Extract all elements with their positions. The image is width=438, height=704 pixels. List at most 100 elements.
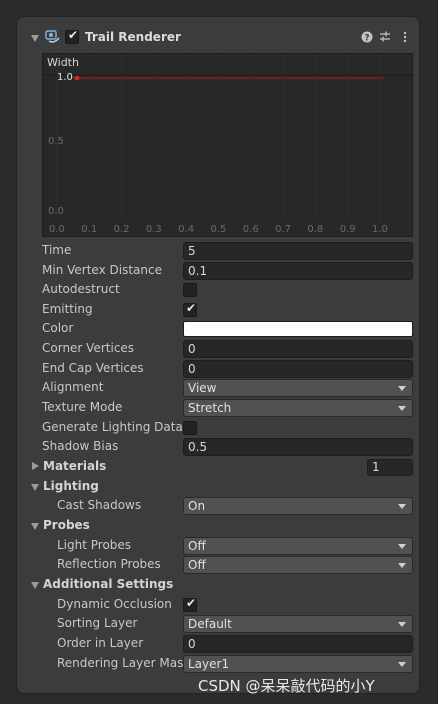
cast-shadows-dropdown[interactable]: On: [183, 497, 413, 515]
cast-shadows-label: Cast Shadows: [57, 498, 142, 512]
reflection-probes-dropdown[interactable]: Off: [183, 556, 413, 574]
chevron-down-icon: [398, 406, 406, 411]
cast-shadows-value: On: [188, 499, 206, 513]
row-rendering-layer-mask: Rendering Layer Mask Layer1: [17, 654, 421, 674]
check-icon: ✔: [185, 596, 197, 610]
lighting-title: Lighting: [43, 479, 99, 493]
curve-canvas: [43, 54, 414, 222]
trail-renderer-panel: ✔ Trail Renderer ? Width 1.0 0.5 0.0 0.0…: [16, 16, 420, 694]
shadow-bias-label: Shadow Bias: [42, 439, 119, 453]
row-time: Time 5: [17, 241, 421, 261]
row-texture-mode: Texture Mode Stretch: [17, 398, 421, 418]
reflection-probes-value: Off: [188, 558, 206, 572]
reflection-probes-label: Reflection Probes: [57, 557, 161, 571]
section-lighting[interactable]: Lighting: [17, 477, 421, 497]
chevron-down-icon: [398, 544, 406, 549]
curve-x-tick: 0.2: [113, 224, 130, 235]
curve-x-tick: 0.5: [210, 224, 227, 235]
corner-vertices-label: Corner Vertices: [42, 341, 135, 355]
width-curve-editor[interactable]: Width 1.0 0.5 0.0 0.0 0.1 0.2 0.3 0.4 0.5 0.6 0…: [42, 53, 414, 237]
section-materials[interactable]: Materials 1: [17, 457, 421, 477]
chevron-down-icon: [398, 563, 406, 568]
chevron-down-icon: [398, 386, 406, 391]
row-shadow-bias: Shadow Bias 0.5: [17, 437, 421, 457]
shadow-bias-field[interactable]: 0.5: [183, 438, 413, 456]
curve-y-tick-top: 1.0: [57, 72, 73, 83]
curve-x-tick: 0.3: [145, 224, 162, 235]
section-additional-settings[interactable]: Additional Settings: [17, 575, 421, 595]
curve-key-point: [74, 75, 80, 81]
chevron-down-icon: [398, 504, 406, 509]
alignment-dropdown[interactable]: View: [183, 379, 413, 397]
component-title: Trail Renderer: [85, 30, 181, 44]
curve-x-tick: 0.4: [178, 224, 195, 235]
emitting-label: Emitting: [42, 302, 93, 316]
alignment-value: View: [188, 381, 217, 395]
color-swatch[interactable]: [183, 321, 413, 337]
curve-x-tick: 1.0: [372, 224, 388, 235]
collapse-caret-icon[interactable]: [31, 484, 39, 491]
time-field[interactable]: 5: [183, 242, 413, 260]
dynamic-occlusion-checkbox[interactable]: ✔: [183, 596, 197, 612]
section-probes[interactable]: Probes: [17, 516, 421, 536]
row-sorting-layer: Sorting Layer Default: [17, 614, 421, 634]
row-dynamic-occlusion: Dynamic Occlusion ✔: [17, 595, 421, 615]
light-probes-dropdown[interactable]: Off: [183, 537, 413, 555]
dynamic-occlusion-label: Dynamic Occlusion: [57, 597, 172, 611]
end-cap-vertices-field[interactable]: 0: [183, 360, 413, 378]
rendering-layer-mask-dropdown[interactable]: Layer1: [183, 655, 413, 673]
min-vertex-distance-label: Min Vertex Distance: [42, 263, 162, 277]
min-vertex-distance-field[interactable]: 0.1: [183, 262, 413, 280]
check-icon: ✔: [67, 28, 79, 42]
row-generate-lighting-data: Generate Lighting Data: [17, 418, 421, 438]
color-label: Color: [42, 321, 74, 335]
corner-vertices-field[interactable]: 0: [183, 340, 413, 358]
expand-caret-icon[interactable]: [32, 462, 39, 470]
rendering-layer-mask-value: Layer1: [188, 657, 230, 671]
row-emitting: Emitting ✔: [17, 300, 421, 320]
check-icon: ✔: [185, 301, 197, 315]
svg-text:?: ?: [364, 34, 369, 44]
curve-x-tick: 0.6: [242, 224, 259, 235]
alignment-label: Alignment: [42, 380, 104, 394]
component-header[interactable]: ✔ Trail Renderer ?: [17, 25, 421, 51]
more-icon[interactable]: [398, 29, 412, 45]
autodestruct-checkbox[interactable]: [183, 283, 197, 297]
curve-x-tick: 0.7: [275, 224, 291, 235]
curve-label: Width: [47, 56, 79, 69]
texture-mode-value: Stretch: [188, 401, 232, 415]
row-light-probes: Light Probes Off: [17, 536, 421, 556]
sorting-layer-dropdown[interactable]: Default: [183, 615, 413, 633]
emitting-checkbox[interactable]: ✔: [183, 301, 197, 317]
watermark-text: CSDN @呆呆敲代码的小Y: [198, 677, 375, 695]
order-in-layer-field[interactable]: 0: [183, 635, 413, 653]
materials-size-field[interactable]: 1: [367, 459, 413, 476]
materials-title: Materials: [43, 459, 107, 473]
texture-mode-label: Texture Mode: [42, 400, 123, 414]
texture-mode-dropdown[interactable]: Stretch: [183, 399, 413, 417]
chevron-down-icon: [398, 662, 406, 667]
autodestruct-label: Autodestruct: [42, 282, 120, 296]
probes-title: Probes: [43, 518, 90, 532]
row-alignment: Alignment View: [17, 378, 421, 398]
component-enabled-checkbox[interactable]: ✔: [65, 28, 79, 44]
row-cast-shadows: Cast Shadows On: [17, 496, 421, 516]
collapse-caret-icon[interactable]: [31, 523, 39, 530]
row-order-in-layer: Order in Layer 0: [17, 634, 421, 654]
curve-x-tick: 0.8: [307, 224, 324, 235]
curve-y-tick-mid: 0.5: [48, 136, 64, 147]
collapse-caret-icon[interactable]: [31, 582, 39, 589]
presets-icon[interactable]: [378, 29, 392, 45]
row-corner-vertices: Corner Vertices 0: [17, 339, 421, 359]
curve-x-tick: 0.1: [81, 224, 98, 235]
row-min-vertex-distance: Min Vertex Distance 0.1: [17, 261, 421, 281]
help-icon[interactable]: ?: [360, 29, 374, 45]
curve-x-tick: 0.9: [339, 224, 356, 235]
collapse-caret-icon[interactable]: [31, 35, 39, 42]
generate-lighting-data-checkbox[interactable]: [183, 421, 197, 435]
curve-y-tick-bottom: 0.0: [48, 206, 64, 217]
sorting-layer-label: Sorting Layer: [57, 616, 138, 630]
chevron-down-icon: [398, 622, 406, 627]
row-reflection-probes: Reflection Probes Off: [17, 555, 421, 575]
row-color: Color: [17, 319, 421, 339]
